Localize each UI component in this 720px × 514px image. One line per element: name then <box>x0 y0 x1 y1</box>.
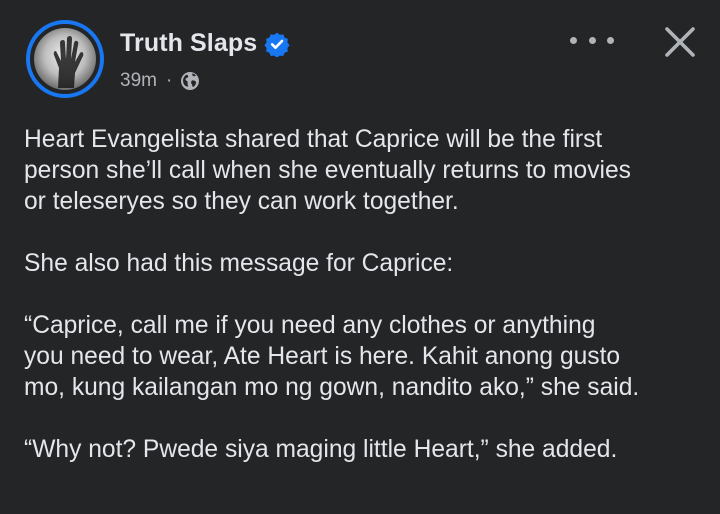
verified-badge-icon <box>264 32 290 57</box>
more-options-icon <box>607 36 614 44</box>
post-timestamp[interactable]: 39m <box>120 70 157 92</box>
more-options-icon <box>570 36 577 44</box>
avatar <box>34 28 96 90</box>
post-paragraph: “Caprice, call me if you need any clothe… <box>24 312 640 401</box>
post-body: Heart Evangelista shared that Caprice wi… <box>24 124 704 496</box>
post-paragraph: She also had this message for Caprice: <box>24 250 454 277</box>
post-header: Truth Slaps 39m · <box>0 0 720 110</box>
post-meta: 39m · <box>120 68 200 94</box>
author-name[interactable]: Truth Slaps <box>120 29 257 58</box>
avatar-story-ring[interactable] <box>26 20 104 98</box>
close-icon[interactable] <box>660 22 700 62</box>
more-options-icon <box>588 36 596 44</box>
meta-separator: · <box>165 70 173 91</box>
post-paragraph: “Why not? Pwede siya maging little Heart… <box>24 436 618 463</box>
more-options-button[interactable] <box>570 28 614 52</box>
post-paragraph: Heart Evangelista shared that Caprice wi… <box>24 126 631 215</box>
globe-icon[interactable] <box>180 71 200 91</box>
